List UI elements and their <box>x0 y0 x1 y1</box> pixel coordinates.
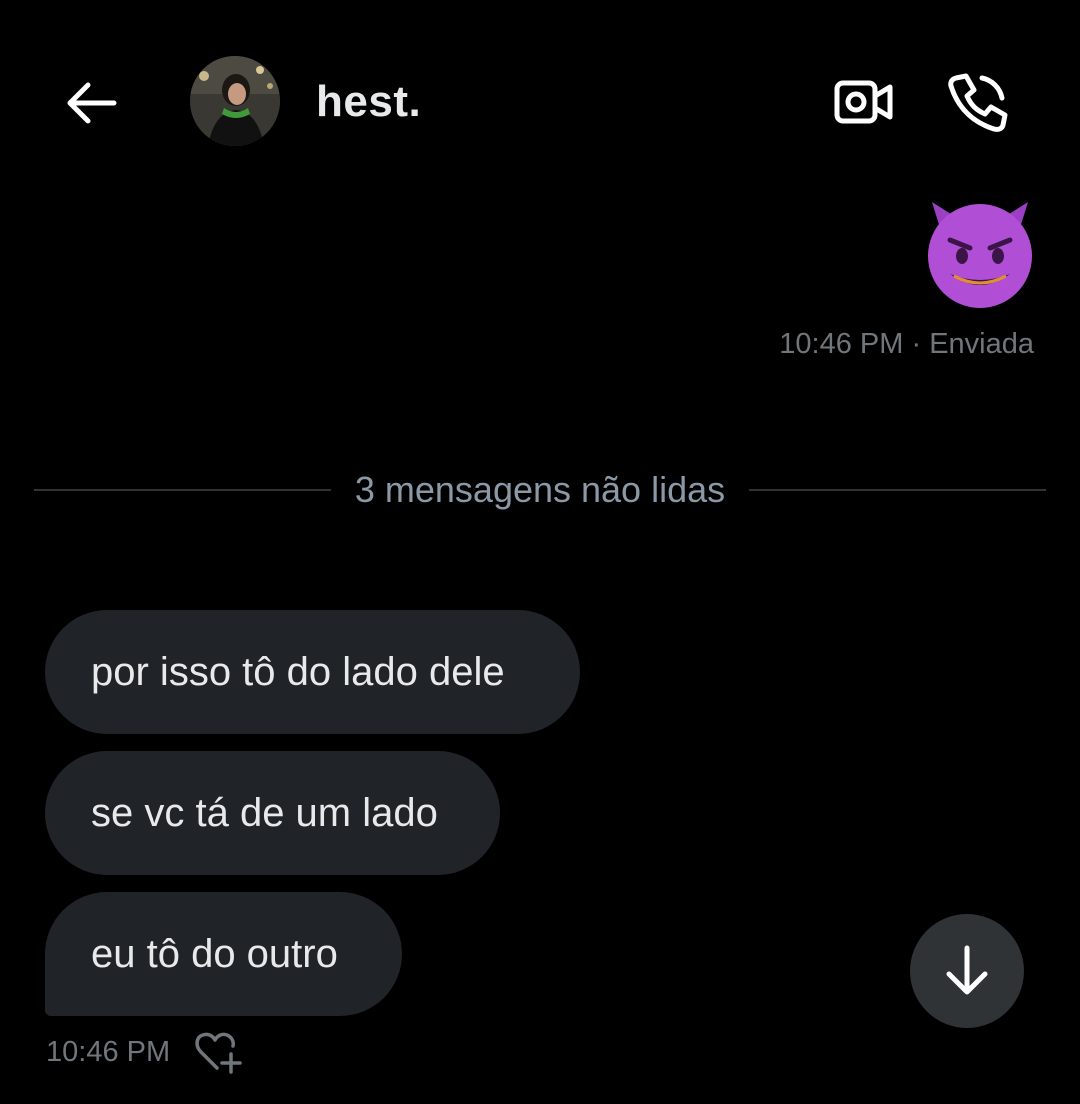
back-button[interactable] <box>60 72 122 134</box>
scroll-to-bottom-button[interactable] <box>910 914 1024 1028</box>
video-camera-icon <box>834 80 893 124</box>
divider-line-right <box>749 489 1046 491</box>
received-message[interactable]: por isso tô do lado dele <box>45 610 580 734</box>
status-separator: · <box>911 328 922 360</box>
received-time: 10:46 PM <box>46 1036 171 1068</box>
heart-plus-icon <box>195 1032 242 1074</box>
divider-line-left <box>34 489 331 491</box>
video-call-button[interactable] <box>830 72 898 132</box>
unread-count-label: 3 mensagens não lidas <box>354 469 726 510</box>
received-message[interactable]: eu tô do outro <box>45 892 402 1016</box>
sent-status: Enviada <box>929 328 1034 360</box>
unread-divider: 3 mensagens não lidas <box>34 468 1046 512</box>
arrow-left-icon <box>67 82 117 124</box>
arrow-down-icon <box>946 945 988 995</box>
sent-time: 10:46 PM <box>779 328 904 360</box>
sent-message-status: 10:46 PM · Enviada <box>779 326 1034 362</box>
phone-icon <box>948 73 1008 132</box>
add-reaction-button[interactable] <box>192 1028 244 1076</box>
conversation-header: hest. <box>0 0 1080 200</box>
voice-call-button[interactable] <box>944 68 1012 136</box>
smiling-face-with-horns-icon <box>928 202 1032 308</box>
sent-emoji-message[interactable] <box>924 198 1036 310</box>
contact-name[interactable]: hest. <box>316 76 421 128</box>
contact-avatar[interactable] <box>190 56 280 146</box>
received-message[interactable]: se vc tá de um lado <box>45 751 500 875</box>
